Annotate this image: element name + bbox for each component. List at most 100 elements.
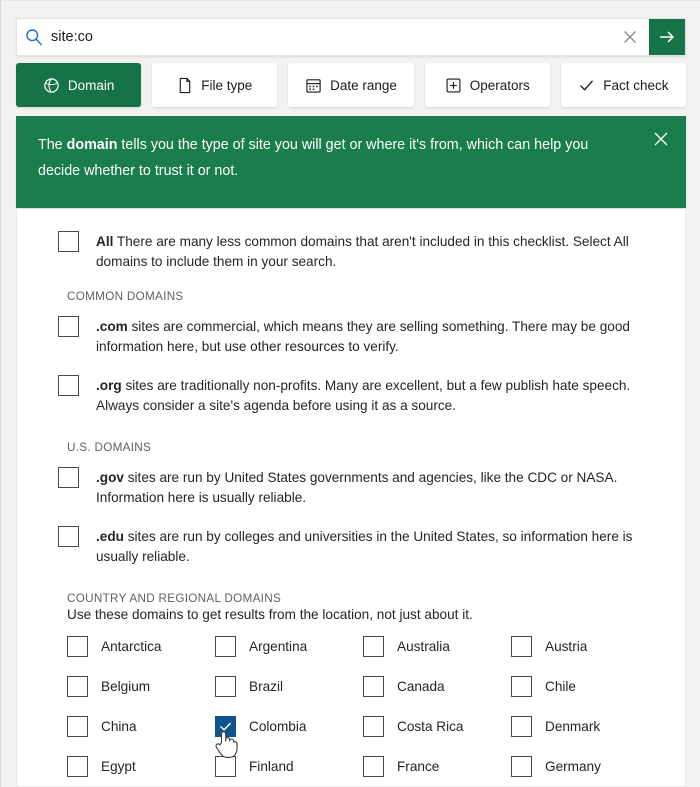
document-icon (177, 77, 193, 94)
checkbox-chile[interactable] (511, 676, 532, 697)
checklist-row-gov[interactable]: .gov sites are run by United States gove… (58, 467, 659, 507)
country-label-antarctica: Antarctica (101, 639, 161, 654)
search-bar (16, 18, 686, 56)
checkbox-com[interactable] (58, 316, 79, 337)
submit-search-button[interactable] (649, 19, 685, 55)
checklist-row-all[interactable]: All There are many less common domains t… (58, 231, 659, 271)
country-item-france[interactable]: France (363, 756, 511, 777)
filter-tabs: Domain File type (16, 63, 686, 107)
checkbox-all[interactable] (58, 231, 79, 252)
checkbox-gov[interactable] (58, 467, 79, 488)
clear-search-button[interactable] (611, 19, 649, 55)
banner-text-before: The (38, 137, 67, 153)
country-item-austria[interactable]: Austria (511, 636, 659, 657)
section-heading-country-domains: COUNTRY AND REGIONAL DOMAINS (67, 592, 659, 605)
country-item-canada[interactable]: Canada (363, 676, 511, 697)
country-label-egypt: Egypt (101, 759, 136, 774)
banner-text-after: tells you the type of site you will get … (38, 137, 588, 179)
checklist-row-edu-desc: sites are run by colleges and universiti… (96, 529, 632, 564)
country-item-china[interactable]: China (67, 716, 215, 737)
calendar-icon (305, 77, 322, 94)
country-item-chile[interactable]: Chile (511, 676, 659, 697)
tab-date-range[interactable]: Date range (288, 63, 413, 107)
checkbox-australia[interactable] (363, 636, 384, 657)
checkbox-denmark[interactable] (511, 716, 532, 737)
country-label-finland: Finland (249, 759, 294, 774)
close-banner-button[interactable] (646, 124, 676, 154)
tab-file-type[interactable]: File type (152, 63, 277, 107)
country-label-germany: Germany (545, 759, 601, 774)
country-label-argentina: Argentina (249, 639, 307, 654)
search-input[interactable] (51, 19, 611, 55)
checkbox-austria[interactable] (511, 636, 532, 657)
checklist-row-gov-desc: sites are run by United States governmen… (96, 470, 617, 505)
banner-text-bold: domain (67, 137, 118, 153)
country-item-australia[interactable]: Australia (363, 636, 511, 657)
checklist-row-com-desc: sites are commercial, which means they a… (96, 319, 630, 354)
country-item-antarctica[interactable]: Antarctica (67, 636, 215, 657)
country-item-germany[interactable]: Germany (511, 756, 659, 777)
country-item-finland[interactable]: Finland (215, 756, 363, 777)
checkbox-org[interactable] (58, 375, 79, 396)
checkbox-colombia[interactable] (215, 716, 236, 737)
checklist-row-org[interactable]: .org sites are traditionally non-profits… (58, 375, 659, 415)
checkbox-brazil[interactable] (215, 676, 236, 697)
check-icon (578, 77, 595, 94)
country-checkbox-grid: Antarctica Argentina Australia Austria B… (67, 636, 659, 777)
tab-file-type-label: File type (201, 78, 252, 93)
checkbox-china[interactable] (67, 716, 88, 737)
country-label-costa-rica: Costa Rica (397, 719, 463, 734)
country-label-france: France (397, 759, 439, 774)
tab-fact-check-label: Fact check (603, 78, 668, 93)
country-label-belgium: Belgium (101, 679, 150, 694)
country-item-egypt[interactable]: Egypt (67, 756, 215, 777)
checkbox-finland[interactable] (215, 756, 236, 777)
checklist-row-com-text: .com sites are commercial, which means t… (96, 316, 651, 356)
checkbox-egypt[interactable] (67, 756, 88, 777)
checklist-row-all-bold: All (96, 234, 113, 249)
checklist-row-edu-text: .edu sites are run by colleges and unive… (96, 526, 651, 566)
country-item-belgium[interactable]: Belgium (67, 676, 215, 697)
tab-domain-label: Domain (68, 78, 115, 93)
checkbox-france[interactable] (363, 756, 384, 777)
globe-icon (43, 77, 60, 94)
checkbox-edu[interactable] (58, 526, 79, 547)
checklist-row-edu[interactable]: .edu sites are run by colleges and unive… (58, 526, 659, 566)
tab-operators[interactable]: Operators (425, 63, 550, 107)
checklist-row-com[interactable]: .com sites are commercial, which means t… (58, 316, 659, 356)
info-banner-text: The domain tells you the type of site yo… (38, 132, 634, 184)
checkbox-antarctica[interactable] (67, 636, 88, 657)
info-banner: The domain tells you the type of site yo… (16, 116, 686, 208)
country-item-brazil[interactable]: Brazil (215, 676, 363, 697)
checklist-row-gov-text: .gov sites are run by United States gove… (96, 467, 651, 507)
section-heading-common-domains: COMMON DOMAINS (67, 290, 659, 303)
country-label-brazil: Brazil (249, 679, 283, 694)
checkbox-argentina[interactable] (215, 636, 236, 657)
tab-operators-label: Operators (470, 78, 530, 93)
plus-box-icon (445, 77, 462, 94)
country-label-china: China (101, 719, 137, 734)
checklist-row-org-text: .org sites are traditionally non-profits… (96, 375, 651, 415)
section-heading-us-domains: U.S. DOMAINS (67, 441, 659, 454)
country-label-australia: Australia (397, 639, 450, 654)
checkbox-canada[interactable] (363, 676, 384, 697)
country-item-colombia[interactable]: Colombia (215, 716, 363, 737)
checkbox-costa-rica[interactable] (363, 716, 384, 737)
checkbox-germany[interactable] (511, 756, 532, 777)
country-item-denmark[interactable]: Denmark (511, 716, 659, 737)
checkbox-belgium[interactable] (67, 676, 88, 697)
tab-date-range-label: Date range (330, 78, 397, 93)
tab-fact-check[interactable]: Fact check (561, 63, 686, 107)
checkmark-icon (218, 719, 233, 734)
country-label-denmark: Denmark (545, 719, 600, 734)
domain-checklist-panel: All There are many less common domains t… (16, 209, 686, 787)
tab-domain[interactable]: Domain (16, 63, 141, 107)
country-label-austria: Austria (545, 639, 587, 654)
country-item-argentina[interactable]: Argentina (215, 636, 363, 657)
country-label-colombia: Colombia (249, 719, 306, 734)
country-item-costa-rica[interactable]: Costa Rica (363, 716, 511, 737)
search-icon (17, 28, 51, 46)
checklist-row-all-desc: There are many less common domains that … (96, 234, 629, 269)
checklist-row-edu-bold: .edu (96, 529, 124, 544)
checklist-row-org-bold: .org (96, 378, 122, 393)
